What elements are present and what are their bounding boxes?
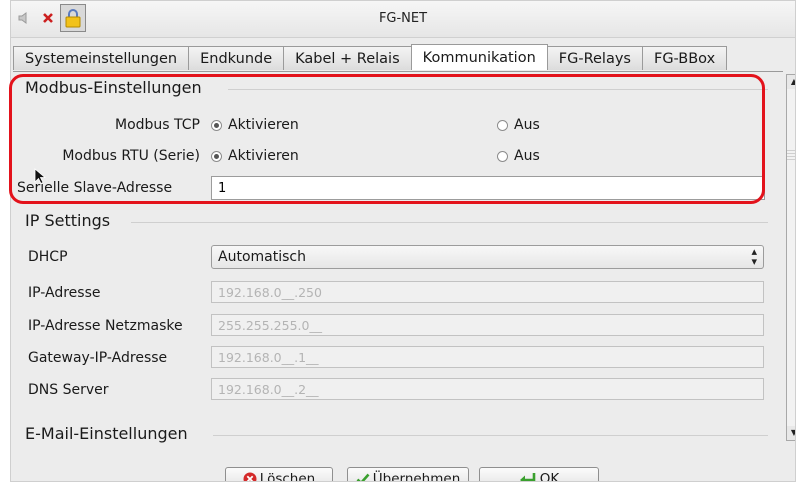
check-icon [356,473,370,481]
delete-icon [243,472,257,481]
titlebar: FG-NET [11,1,795,38]
tab-kabel-relais[interactable]: Kabel + Relais [283,46,412,70]
scroll-thumb-grip[interactable] [787,150,795,162]
app-window: FG-NET Systemeinstellungen Endkunde Kabe… [10,0,796,482]
ip-group-title: IP Settings [25,211,111,230]
tab-bar: Systemeinstellungen Endkunde Kabel + Rel… [13,44,728,71]
vertical-scrollbar[interactable]: ▲ ▼ [786,74,795,441]
dns-label: DNS Server [28,382,109,398]
dhcp-select[interactable]: Automatisch ▴ ▾ [211,245,764,269]
ok-button[interactable]: OK [479,467,599,482]
tab-systemeinstellungen[interactable]: Systemeinstellungen [13,46,190,70]
tab-endkunde[interactable]: Endkunde [188,46,285,70]
netmask-label: IP-Adresse Netzmaske [28,318,183,334]
delete-button[interactable]: Löschen [225,467,333,482]
tab-kommunikation[interactable]: Kommunikation [410,44,548,70]
ip-address-input[interactable] [211,281,764,303]
ip-address-label: IP-Adresse [28,285,101,301]
scroll-down-icon[interactable]: ▼ [787,426,795,440]
window-title: FG-NET [378,11,428,26]
group-divider [131,222,768,223]
tab-fg-bbox[interactable]: FG-BBox [641,46,728,70]
highlight-annotation [9,74,765,204]
delete-button-label: Löschen [259,471,316,482]
email-group-title: E-Mail-Einstellungen [25,424,188,443]
dhcp-label: DHCP [28,249,68,265]
button-bar: Löschen Übernehmen OK [11,467,795,482]
tab-fg-relays[interactable]: FG-Relays [546,46,643,70]
netmask-input[interactable] [211,314,764,336]
dhcp-selected-value: Automatisch [218,249,306,265]
dns-input[interactable] [211,378,764,400]
apply-button-label: Übernehmen [372,471,461,482]
gateway-label: Gateway-IP-Adresse [28,350,168,366]
enter-arrow-icon [519,473,536,481]
scroll-up-icon[interactable]: ▲ [787,75,795,89]
updown-arrow-icon: ▴ ▾ [751,245,757,268]
gateway-input[interactable] [211,346,764,368]
mouse-cursor-icon [34,168,46,184]
apply-button[interactable]: Übernehmen [347,467,469,482]
ok-button-label: OK [539,471,560,482]
group-divider [213,435,768,436]
